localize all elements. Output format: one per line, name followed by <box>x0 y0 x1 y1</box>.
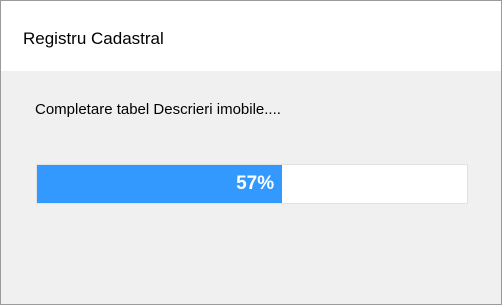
status-message: Completare tabel Descrieri imobile.... <box>35 101 281 118</box>
progress-dialog-window: Registru Cadastral Completare tabel Desc… <box>0 0 502 305</box>
progress-bar-fill: 57% <box>37 165 283 203</box>
progress-bar: 57% <box>36 164 468 204</box>
progress-percent-label: 57% <box>236 173 275 194</box>
title-bar[interactable]: Registru Cadastral <box>1 1 501 71</box>
window-title: Registru Cadastral <box>23 29 164 48</box>
